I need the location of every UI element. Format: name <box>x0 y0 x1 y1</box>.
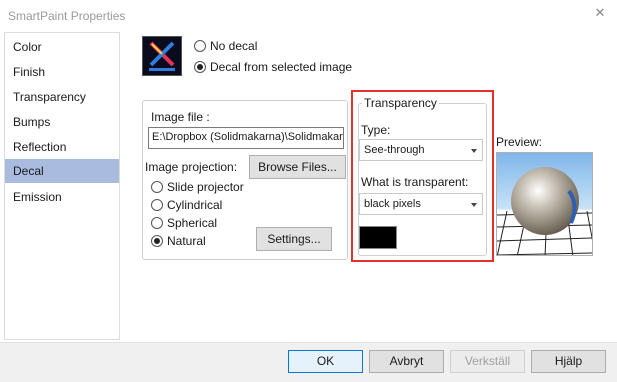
what-transparent-value: black pixels <box>364 198 421 210</box>
no-decal-option[interactable]: No decal <box>194 38 314 54</box>
smartpaint-properties-window: SmartPaint Properties ✕ Color Finish Tra… <box>0 0 617 382</box>
no-decal-radio[interactable] <box>194 40 206 52</box>
sidebar-item-decal[interactable]: Decal <box>5 159 119 183</box>
natural-label: Natural <box>167 234 206 248</box>
projection-slide-option[interactable]: Slide projector <box>151 179 261 195</box>
preview-sphere-render <box>497 167 592 255</box>
image-file-label: Image file : <box>151 110 210 124</box>
spherical-radio[interactable] <box>151 217 163 229</box>
sidebar-item-transparency[interactable]: Transparency <box>5 85 119 109</box>
slide-projector-label: Slide projector <box>167 180 244 194</box>
what-transparent-select[interactable]: black pixels <box>359 193 483 215</box>
spherical-label: Spherical <box>167 216 218 230</box>
chevron-down-icon <box>471 149 477 153</box>
preview-label: Preview: <box>496 135 543 149</box>
projection-natural-option[interactable]: Natural <box>151 233 241 249</box>
cancel-button[interactable]: Avbryt <box>369 350 444 373</box>
sidebar-item-emission[interactable]: Emission <box>5 185 119 209</box>
preview-image <box>496 152 593 256</box>
projection-cylindrical-option[interactable]: Cylindrical <box>151 197 241 213</box>
projection-settings-button[interactable]: Settings... <box>256 227 332 251</box>
apply-button[interactable]: Verkställ <box>450 350 525 373</box>
cylindrical-radio[interactable] <box>151 199 163 211</box>
image-projection-label: Image projection: <box>145 160 238 174</box>
sidebar-item-finish[interactable]: Finish <box>5 60 119 84</box>
no-decal-label: No decal <box>210 39 258 53</box>
transparent-color-swatch[interactable] <box>359 226 397 249</box>
natural-radio[interactable] <box>151 235 163 247</box>
slide-projector-radio[interactable] <box>151 181 163 193</box>
decal-from-image-option[interactable]: Decal from selected image <box>194 59 354 75</box>
cylindrical-label: Cylindrical <box>167 198 223 212</box>
transparency-group-title: Transparency <box>362 96 439 110</box>
close-icon[interactable]: ✕ <box>590 4 610 22</box>
decal-logo-icon <box>143 37 181 75</box>
decal-thumbnail <box>142 36 182 76</box>
chevron-down-icon <box>471 203 477 207</box>
title-bar: SmartPaint Properties ✕ <box>0 0 617 30</box>
sidebar-item-color[interactable]: Color <box>5 35 119 59</box>
type-label: Type: <box>361 123 391 137</box>
image-file-field[interactable]: E:\Dropbox (Solidmakarna)\Solidmakarn <box>148 127 344 149</box>
transparency-type-value: See-through <box>364 144 425 156</box>
help-button[interactable]: Hjälp <box>531 350 606 373</box>
sidebar-item-reflection[interactable]: Reflection <box>5 135 119 159</box>
ok-button[interactable]: OK <box>288 350 363 373</box>
decal-from-image-label: Decal from selected image <box>210 60 353 74</box>
window-title: SmartPaint Properties <box>8 9 126 23</box>
category-list: Color Finish Transparency Bumps Reflecti… <box>4 32 120 340</box>
browse-files-button[interactable]: Browse Files... <box>249 155 346 179</box>
decal-from-image-radio[interactable] <box>194 61 206 73</box>
sidebar-item-bumps[interactable]: Bumps <box>5 110 119 134</box>
what-transparent-label: What is transparent: <box>361 175 469 189</box>
transparency-type-select[interactable]: See-through <box>359 139 483 161</box>
projection-spherical-option[interactable]: Spherical <box>151 215 241 231</box>
